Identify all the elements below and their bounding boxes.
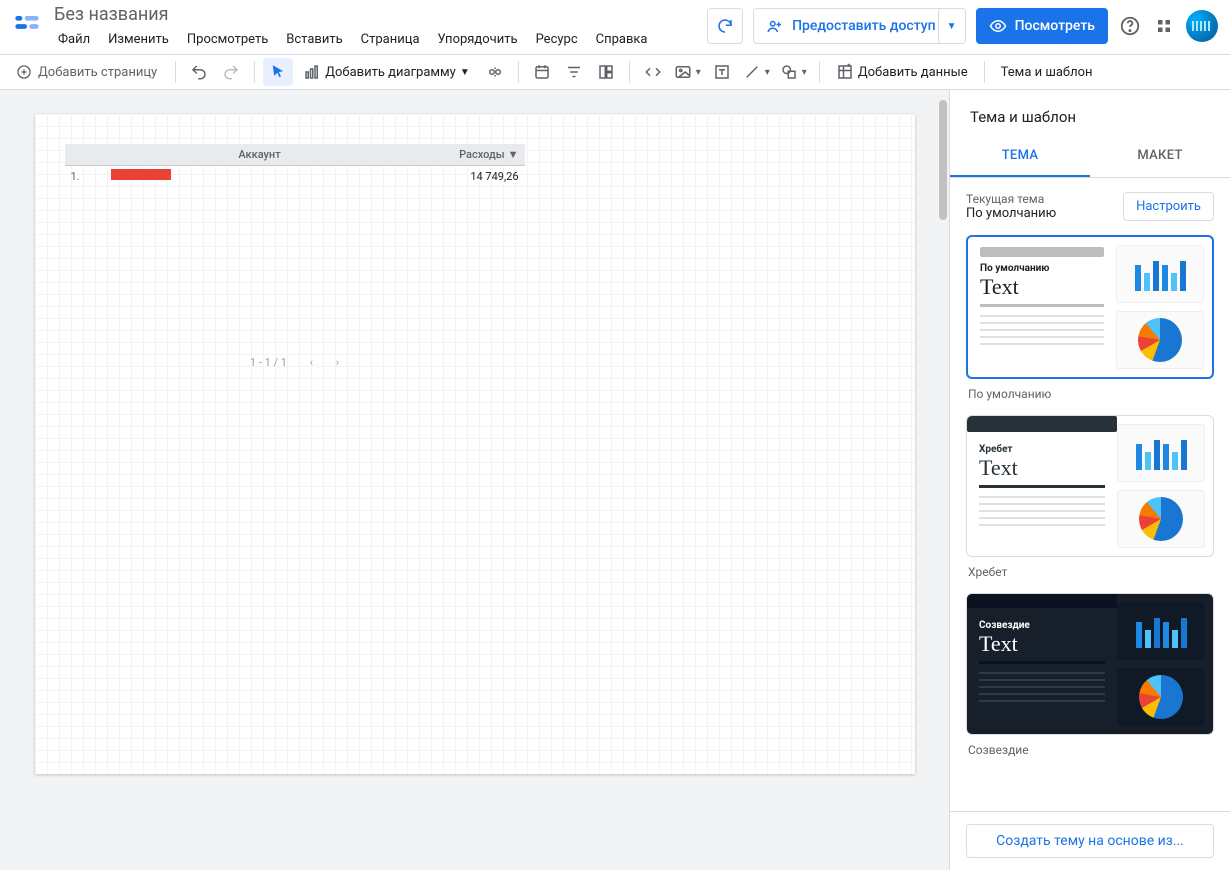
shape-button[interactable]: ▾ xyxy=(776,58,811,86)
theme-card-default[interactable]: По умолчанию Text xyxy=(966,235,1214,379)
menu-arrange[interactable]: Упорядочить xyxy=(430,28,526,51)
current-theme-label: Текущая тема xyxy=(966,192,1056,206)
theme-card-constellation[interactable]: Созвездие Text xyxy=(966,593,1214,735)
select-tool[interactable] xyxy=(263,58,293,86)
share-button[interactable]: Предоставить доступ xyxy=(753,8,949,44)
tab-theme[interactable]: ТЕМА xyxy=(950,136,1090,177)
redo-button[interactable] xyxy=(216,58,246,86)
table-row[interactable]: 1. 14 749,26 xyxy=(65,166,525,186)
menu-resource[interactable]: Ресурс xyxy=(528,28,586,51)
menubar: Файл Изменить Просмотреть Вставить Стран… xyxy=(50,26,707,51)
report-page[interactable]: Аккаунт Расходы▼ 1. 14 749,26 1 - 1 / 1 … xyxy=(35,114,915,774)
row-index: 1. xyxy=(71,170,111,183)
canvas-scrollbar[interactable] xyxy=(937,90,949,870)
theme-preview-title: Созвездие xyxy=(979,620,1105,631)
redacted-account xyxy=(111,169,171,180)
pager-prev[interactable]: ‹ xyxy=(310,356,313,369)
data-table[interactable]: Аккаунт Расходы▼ 1. 14 749,26 1 - 1 / 1 … xyxy=(65,144,525,369)
sort-desc-icon: ▼ xyxy=(508,148,519,161)
table-pager: 1 - 1 / 1 ‹ › xyxy=(65,356,525,369)
data-control-button[interactable] xyxy=(591,58,621,86)
view-button[interactable]: Посмотреть xyxy=(976,8,1108,44)
tab-layout[interactable]: МАКЕТ xyxy=(1090,136,1230,177)
current-theme-value: По умолчанию xyxy=(966,206,1056,221)
theme-label-default: По умолчанию xyxy=(968,387,1212,401)
menu-view[interactable]: Просмотреть xyxy=(179,28,276,51)
text-button[interactable] xyxy=(707,58,737,86)
create-theme-button[interactable]: Создать тему на основе из... xyxy=(966,824,1214,858)
share-dropdown[interactable]: ▼ xyxy=(938,8,966,44)
url-embed-button[interactable] xyxy=(638,58,668,86)
customize-button[interactable]: Настроить xyxy=(1123,192,1214,221)
row-value: 14 749,26 xyxy=(409,170,519,183)
view-label: Посмотреть xyxy=(1015,18,1095,34)
theme-preview-title: По умолчанию xyxy=(980,263,1104,274)
add-chart-label: Добавить диаграмму xyxy=(325,65,456,80)
date-range-button[interactable] xyxy=(527,58,557,86)
theme-layout-button[interactable]: Тема и шаблон xyxy=(993,58,1101,86)
panel-title: Тема и шаблон xyxy=(950,90,1230,136)
image-button[interactable]: ▾ xyxy=(670,58,705,86)
refresh-button[interactable] xyxy=(707,8,743,44)
doc-title[interactable]: Без названия xyxy=(50,4,707,26)
theme-label-constellation: Созвездие xyxy=(968,743,1212,757)
theme-preview-text: Text xyxy=(979,455,1105,481)
add-chart-button[interactable]: Добавить диаграмму▼ xyxy=(295,58,478,86)
side-panel: Тема и шаблон ТЕМА МАКЕТ Текущая тема По… xyxy=(950,90,1230,870)
theme-label-edge: Хребет xyxy=(968,565,1212,579)
add-page-button[interactable]: Добавить страницу xyxy=(6,64,167,80)
theme-preview-text: Text xyxy=(980,274,1104,300)
theme-preview-title: Хребет xyxy=(979,444,1105,455)
line-button[interactable]: ▾ xyxy=(739,58,774,86)
menu-file[interactable]: Файл xyxy=(50,28,98,51)
menu-help[interactable]: Справка xyxy=(588,28,656,51)
add-page-label: Добавить страницу xyxy=(38,65,157,80)
col-account[interactable]: Аккаунт xyxy=(105,144,415,165)
canvas-area[interactable]: Аккаунт Расходы▼ 1. 14 749,26 1 - 1 / 1 … xyxy=(0,90,950,870)
col-spend[interactable]: Расходы▼ xyxy=(415,144,525,165)
share-label: Предоставить доступ xyxy=(792,18,936,34)
app-logo[interactable] xyxy=(12,8,42,38)
menu-edit[interactable]: Изменить xyxy=(100,28,177,51)
add-data-button[interactable]: Добавить данные xyxy=(828,58,976,86)
pager-text: 1 - 1 / 1 xyxy=(250,356,287,369)
help-icon[interactable] xyxy=(1118,14,1142,38)
community-viz-button[interactable] xyxy=(480,58,510,86)
account-avatar[interactable] xyxy=(1186,10,1218,42)
menu-page[interactable]: Страница xyxy=(353,28,428,51)
apps-icon[interactable] xyxy=(1152,14,1176,38)
filter-control-button[interactable] xyxy=(559,58,589,86)
add-data-label: Добавить данные xyxy=(858,65,968,80)
menu-insert[interactable]: Вставить xyxy=(278,28,350,51)
theme-card-edge[interactable]: Хребет Text xyxy=(966,415,1214,557)
pager-next[interactable]: › xyxy=(336,356,339,369)
undo-button[interactable] xyxy=(184,58,214,86)
theme-preview-text: Text xyxy=(979,631,1105,657)
